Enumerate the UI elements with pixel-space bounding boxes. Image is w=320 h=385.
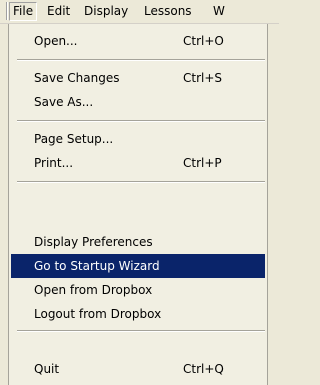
menu-item-label: Open... xyxy=(34,34,78,48)
menu-item-display-preferences[interactable]: Display Preferences xyxy=(11,230,265,254)
menu-item-print[interactable]: Print... Ctrl+P xyxy=(11,151,265,175)
menu-lessons[interactable]: Lessons xyxy=(140,3,196,20)
menu-item-go-to-startup-wizard[interactable]: Go to Startup Wizard xyxy=(11,254,265,278)
menu-item-open[interactable]: Open... Ctrl+O xyxy=(11,29,265,53)
menu-item-label: Go to Startup Wizard xyxy=(34,259,160,273)
menu-item-label: Save Changes xyxy=(34,71,120,85)
menu-item-page-setup[interactable]: Page Setup... xyxy=(11,127,265,151)
menu-separator xyxy=(17,181,265,183)
menu-item-shortcut: Ctrl+S xyxy=(183,71,223,85)
menu-item-label: Logout from Dropbox xyxy=(34,307,162,321)
menu-display[interactable]: Display xyxy=(80,3,132,20)
menu-item-logout-from-dropbox[interactable]: Logout from Dropbox xyxy=(11,302,265,326)
menu-item-quit[interactable]: Quit Ctrl+Q xyxy=(11,357,265,381)
file-menu-dropdown: Open... Ctrl+O Save Changes Ctrl+S Save … xyxy=(8,24,268,385)
menu-item-shortcut: Ctrl+O xyxy=(183,34,224,48)
menu-separator xyxy=(17,120,265,122)
menubar-grip xyxy=(6,2,8,20)
menu-window[interactable]: W xyxy=(209,3,229,20)
menu-item-shortcut: Ctrl+Q xyxy=(183,362,224,376)
menu-bar: File Edit Display Lessons W xyxy=(0,0,279,24)
menu-item-shortcut: Ctrl+P xyxy=(183,156,222,170)
menu-item-save-changes[interactable]: Save Changes Ctrl+S xyxy=(11,66,265,90)
menu-item-label: Page Setup... xyxy=(34,132,114,146)
menu-item-open-from-dropbox[interactable]: Open from Dropbox xyxy=(11,278,265,302)
menu-separator xyxy=(17,330,265,332)
menu-item-label: Print... xyxy=(34,156,74,170)
menu-item-label: Open from Dropbox xyxy=(34,283,153,297)
menu-separator xyxy=(17,59,265,61)
menu-item-save-as[interactable]: Save As... xyxy=(11,90,265,114)
menu-edit[interactable]: Edit xyxy=(43,3,74,20)
menu-item-label: Quit xyxy=(34,362,60,376)
menu-item-label: Save As... xyxy=(34,95,94,109)
menu-item-label: Display Preferences xyxy=(34,235,153,249)
menu-file[interactable]: File xyxy=(9,2,38,21)
